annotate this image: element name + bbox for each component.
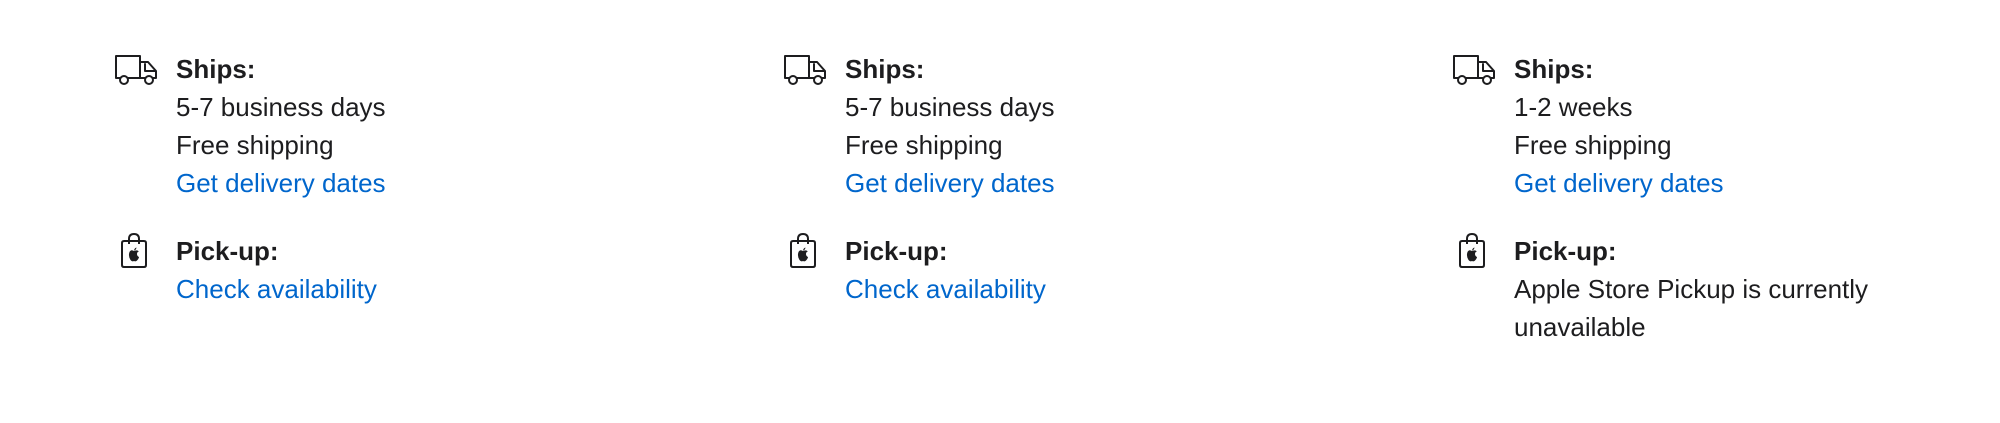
delivery-truck-icon: [783, 50, 829, 88]
pickup-info: Pick-up: Apple Store Pickup is currently…: [1452, 232, 1952, 346]
pickup-heading: Pick-up:: [176, 236, 279, 266]
ships-timeframe: 5-7 business days: [176, 92, 386, 122]
delivery-truck-icon: [1452, 50, 1498, 88]
get-delivery-dates-link[interactable]: Get delivery dates: [845, 164, 1055, 202]
shipping-info: Ships: 5-7 business days Free shipping G…: [783, 50, 1283, 202]
check-availability-link[interactable]: Check availability: [176, 270, 377, 308]
get-delivery-dates-link[interactable]: Get delivery dates: [176, 164, 386, 202]
pickup-info: Pick-up: Check availability: [783, 232, 1283, 308]
pickup-heading: Pick-up:: [1514, 236, 1617, 266]
shopping-bag-apple-icon: [1452, 232, 1498, 270]
ships-heading: Ships:: [176, 54, 256, 84]
ships-heading: Ships:: [845, 54, 925, 84]
pickup-heading: Pick-up:: [845, 236, 948, 266]
shipping-cost: Free shipping: [176, 130, 334, 160]
delivery-truck-icon: [114, 50, 160, 88]
shipping-cost: Free shipping: [1514, 130, 1672, 160]
shipping-cost: Free shipping: [845, 130, 1003, 160]
product-availability-column-3: Ships: 1-2 weeks Free shipping Get deliv…: [1452, 50, 1952, 346]
check-availability-link[interactable]: Check availability: [845, 270, 1046, 308]
pickup-unavailable-status: Apple Store Pickup is currently unavaila…: [1514, 274, 1869, 342]
ships-heading: Ships:: [1514, 54, 1594, 84]
get-delivery-dates-link[interactable]: Get delivery dates: [1514, 164, 1724, 202]
product-availability-column-1: Ships: 5-7 business days Free shipping G…: [114, 50, 614, 308]
product-availability-column-2: Ships: 5-7 business days Free shipping G…: [783, 50, 1283, 308]
pickup-info: Pick-up: Check availability: [114, 232, 614, 308]
shopping-bag-apple-icon: [783, 232, 829, 270]
shipping-info: Ships: 1-2 weeks Free shipping Get deliv…: [1452, 50, 1952, 202]
shopping-bag-apple-icon: [114, 232, 160, 270]
shipping-info: Ships: 5-7 business days Free shipping G…: [114, 50, 614, 202]
ships-timeframe: 5-7 business days: [845, 92, 1055, 122]
ships-timeframe: 1-2 weeks: [1514, 92, 1633, 122]
